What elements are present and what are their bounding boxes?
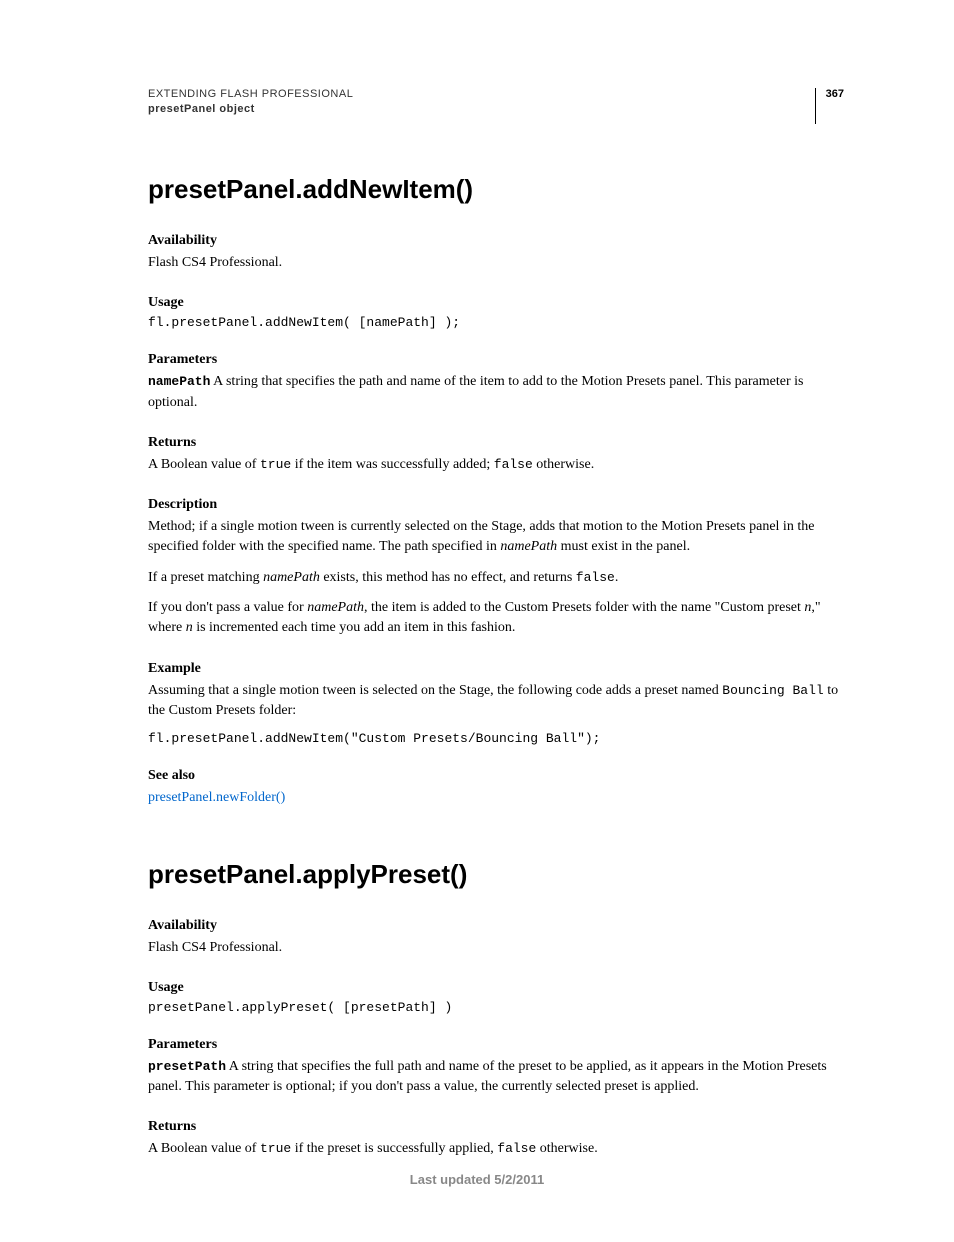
returns-mid: if the item was successfully added; — [291, 457, 494, 472]
availability-heading-2: Availability — [148, 918, 844, 934]
availability-text: Flash CS4 Professional. — [148, 253, 844, 273]
usage-code-2: presetPanel.applyPreset( [presetPath] ) — [148, 1000, 844, 1015]
desc-p3a: If you don't pass a value for — [148, 600, 307, 615]
param-desc-2: A string that specifies the full path an… — [148, 1059, 827, 1094]
parameter-presetpath: presetPath A string that specifies the f… — [148, 1057, 844, 1098]
example-t1: Assuming that a single motion tween is s… — [148, 683, 722, 698]
description-heading: Description — [148, 497, 844, 513]
example-heading: Example — [148, 661, 844, 677]
description-p2: If a preset matching namePath exists, th… — [148, 568, 844, 588]
returns-false-2: false — [497, 1141, 536, 1156]
returns-true: true — [260, 457, 291, 472]
desc-p1a: Method; if a single motion tween is curr… — [148, 519, 814, 554]
availability-heading: Availability — [148, 233, 844, 249]
method-title-addnewitem: presetPanel.addNewItem() — [148, 174, 844, 205]
parameters-section: Parameters namePath A string that specif… — [148, 352, 844, 413]
returns-text-2: A Boolean value of true if the preset is… — [148, 1139, 844, 1159]
returns-section: Returns A Boolean value of true if the i… — [148, 435, 844, 475]
desc-p2i: namePath — [263, 570, 320, 585]
doc-section: presetPanel object — [148, 103, 353, 115]
desc-p2c: false — [576, 570, 615, 585]
returns-heading: Returns — [148, 435, 844, 451]
returns-section-2: Returns A Boolean value of true if the p… — [148, 1119, 844, 1159]
param-desc: A string that specifies the path and nam… — [148, 374, 803, 409]
doc-title: EXTENDING FLASH PROFESSIONAL — [148, 88, 353, 100]
page-number: 367 — [826, 88, 844, 100]
page-number-wrap: 367 — [815, 88, 844, 124]
returns-heading-2: Returns — [148, 1119, 844, 1135]
description-p1: Method; if a single motion tween is curr… — [148, 517, 844, 558]
page-header: EXTENDING FLASH PROFESSIONAL presetPanel… — [148, 88, 844, 124]
returns-pre: A Boolean value of — [148, 457, 260, 472]
desc-p2d: . — [615, 570, 619, 585]
desc-p3d: is incremented each time you add an item… — [193, 620, 516, 635]
returns-false: false — [494, 457, 533, 472]
desc-p2a: If a preset matching — [148, 570, 263, 585]
parameter-namepath: namePath A string that specifies the pat… — [148, 372, 844, 413]
example-code: fl.presetPanel.addNewItem("Custom Preset… — [148, 731, 844, 746]
method-title-applypreset: presetPanel.applyPreset() — [148, 859, 844, 890]
returns-post: otherwise. — [533, 457, 594, 472]
availability-text-2: Flash CS4 Professional. — [148, 938, 844, 958]
parameters-heading: Parameters — [148, 352, 844, 368]
seealso-link-wrap: presetPanel.newFolder() — [148, 788, 844, 808]
param-name: namePath — [148, 374, 210, 389]
example-text: Assuming that a single motion tween is s… — [148, 681, 844, 722]
desc-p3b: , the item is added to the Custom Preset… — [364, 600, 804, 615]
header-left: EXTENDING FLASH PROFESSIONAL presetPanel… — [148, 88, 353, 115]
returns-pre-2: A Boolean value of — [148, 1141, 260, 1156]
usage-code: fl.presetPanel.addNewItem( [namePath] ); — [148, 315, 844, 330]
desc-p2b: exists, this method has no effect, and r… — [320, 570, 576, 585]
page-content: EXTENDING FLASH PROFESSIONAL presetPanel… — [0, 0, 954, 1242]
description-p3: If you don't pass a value for namePath, … — [148, 598, 844, 639]
returns-mid-2: if the preset is successfully applied, — [291, 1141, 497, 1156]
page-footer: Last updated 5/2/2011 — [0, 1172, 954, 1187]
seealso-heading: See also — [148, 768, 844, 784]
seealso-section: See also presetPanel.newFolder() — [148, 768, 844, 808]
availability-section-2: Availability Flash CS4 Professional. — [148, 918, 844, 958]
example-c1: Bouncing Ball — [722, 683, 823, 698]
desc-p3n2: n — [186, 620, 193, 635]
usage-section-2: Usage presetPanel.applyPreset( [presetPa… — [148, 980, 844, 1015]
description-section: Description Method; if a single motion t… — [148, 497, 844, 638]
usage-section: Usage fl.presetPanel.addNewItem( [namePa… — [148, 295, 844, 330]
returns-true-2: true — [260, 1141, 291, 1156]
parameters-heading-2: Parameters — [148, 1037, 844, 1053]
usage-heading: Usage — [148, 295, 844, 311]
returns-text: A Boolean value of true if the item was … — [148, 455, 844, 475]
param-name-2: presetPath — [148, 1059, 226, 1074]
desc-p1b: must exist in the panel. — [557, 539, 690, 554]
desc-p3i: namePath — [307, 600, 364, 615]
parameters-section-2: Parameters presetPath A string that spec… — [148, 1037, 844, 1098]
example-section: Example Assuming that a single motion tw… — [148, 661, 844, 747]
desc-p1i: namePath — [500, 539, 557, 554]
seealso-link[interactable]: presetPanel.newFolder() — [148, 790, 285, 805]
returns-post-2: otherwise. — [536, 1141, 597, 1156]
usage-heading-2: Usage — [148, 980, 844, 996]
availability-section: Availability Flash CS4 Professional. — [148, 233, 844, 273]
